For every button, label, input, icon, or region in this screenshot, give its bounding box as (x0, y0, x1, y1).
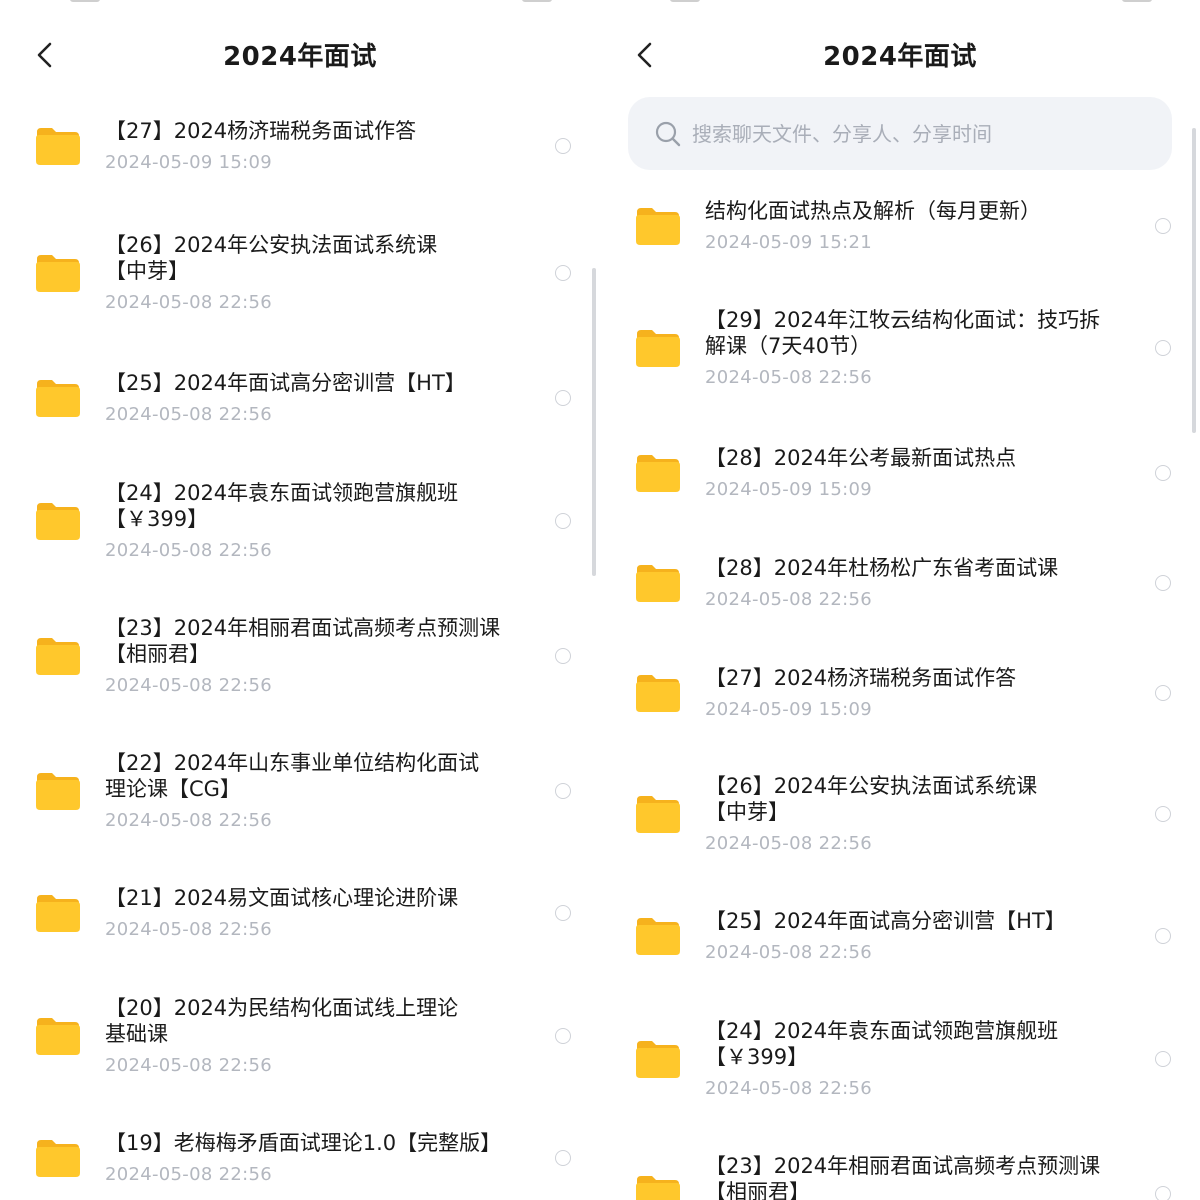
share-time: 2024-05-08 22:56 (105, 919, 273, 940)
file-name: 【25】2024年面试高分密训营【HT】 (105, 371, 466, 395)
item-text: 结构化面试热点及解析（每月更新） 2024-05-09 15:21 (705, 198, 1135, 254)
folder-icon (34, 634, 82, 678)
file-name: 【28】2024年公考最新面试热点 (705, 446, 1017, 470)
item-text: 【27】2024杨济瑞税务面试作答 2024-05-09 15:09 (105, 118, 535, 174)
select-radio[interactable] (555, 138, 571, 154)
file-name: 结构化面试热点及解析（每月更新） (705, 199, 1041, 223)
folder-icon (34, 1014, 82, 1058)
file-name: 【19】老梅梅矛盾面试理论1.0【完整版】 (105, 1131, 502, 1155)
select-radio[interactable] (555, 513, 571, 529)
select-radio[interactable] (1155, 1186, 1171, 1200)
share-time: 2024-05-08 22:56 (105, 404, 273, 425)
select-radio[interactable] (555, 648, 571, 664)
select-radio[interactable] (1155, 465, 1171, 481)
item-text: 【21】2024易文面试核心理论进阶课 2024-05-08 22:56 (105, 885, 535, 941)
search-icon (655, 121, 681, 147)
search-input[interactable] (690, 120, 1134, 147)
share-time: 2024-05-08 22:56 (105, 1164, 273, 1185)
share-time: 2024-05-09 15:09 (705, 479, 873, 500)
item-text: 【24】2024年袁东面试领跑营旗舰班 【￥399】 2024-05-08 22:… (705, 1018, 1135, 1100)
share-time: 2024-05-09 15:09 (105, 152, 273, 173)
folder-icon (34, 499, 82, 543)
item-text: 【27】2024杨济瑞税务面试作答 2024-05-09 15:09 (705, 665, 1135, 721)
item-text: 【19】老梅梅矛盾面试理论1.0【完整版】 2024-05-08 22:56 (105, 1130, 535, 1186)
file-name: 【26】2024年公安执法面试系统课 【中芽】 (705, 774, 1038, 824)
list-item[interactable]: 【23】2024年相丽君面试高频考点预测课 【相丽君】 (600, 0, 1200, 1200)
file-name: 【27】2024杨济瑞税务面试作答 (105, 119, 417, 143)
select-radio[interactable] (555, 390, 571, 406)
item-text: 【28】2024年公考最新面试热点 2024-05-09 15:09 (705, 445, 1135, 501)
select-radio[interactable] (555, 905, 571, 921)
file-name: 【20】2024为民结构化面试线上理论 基础课 (105, 996, 459, 1046)
list-item[interactable]: 【19】老梅梅矛盾面试理论1.0【完整版】 2024-05-08 22:56 (0, 0, 600, 1185)
item-text: 【29】2024年江牧云结构化面试：技巧拆 解课（7天40节） 2024-05-0… (705, 307, 1135, 389)
folder-icon (634, 451, 682, 495)
share-time: 2024-05-09 15:09 (705, 699, 873, 720)
select-radio[interactable] (555, 1028, 571, 1044)
select-radio[interactable] (1155, 1051, 1171, 1067)
file-name: 【24】2024年袁东面试领跑营旗舰班 【￥399】 (705, 1019, 1059, 1069)
select-radio[interactable] (555, 783, 571, 799)
item-text: 【25】2024年面试高分密训营【HT】 2024-05-08 22:56 (105, 370, 535, 426)
file-name: 【29】2024年江牧云结构化面试：技巧拆 解课（7天40节） (705, 308, 1101, 358)
share-time: 2024-05-08 22:56 (705, 942, 873, 963)
folder-icon (34, 251, 82, 295)
share-time: 2024-05-08 22:56 (705, 367, 873, 388)
right-panel: 2024年面试 结构化面试热点及解析（每月更新）2024-05-09 15:21… (600, 0, 1200, 1200)
share-time: 2024-05-08 22:56 (705, 833, 873, 854)
share-time: 2024-05-08 22:56 (105, 292, 273, 313)
share-time: 2024-05-08 22:56 (705, 589, 873, 610)
share-time: 2024-05-08 22:56 (105, 540, 273, 561)
folder-icon (634, 561, 682, 605)
select-radio[interactable] (555, 1150, 571, 1166)
share-time: 2024-05-08 22:56 (105, 810, 273, 831)
select-radio[interactable] (1155, 685, 1171, 701)
folder-icon (634, 204, 682, 248)
scrollbar[interactable] (1192, 128, 1196, 433)
folder-icon (34, 891, 82, 935)
item-text: 【20】2024为民结构化面试线上理论 基础课 2024-05-08 22:56 (105, 995, 535, 1077)
file-name: 【23】2024年相丽君面试高频考点预测课 【相丽君】 (105, 616, 501, 666)
item-text: 【26】2024年公安执法面试系统课 【中芽】 2024-05-08 22:56 (105, 232, 535, 314)
folder-icon (34, 124, 82, 168)
share-time: 2024-05-08 22:56 (105, 1055, 273, 1076)
file-name: 【26】2024年公安执法面试系统课 【中芽】 (105, 233, 438, 283)
item-text: 【28】2024年杜杨松广东省考面试课 2024-05-08 22:56 (705, 555, 1135, 611)
file-name: 【22】2024年山东事业单位结构化面试 理论课【CG】 (105, 751, 480, 801)
file-name: 【28】2024年杜杨松广东省考面试课 (705, 556, 1059, 580)
folder-icon (634, 671, 682, 715)
folder-icon (34, 376, 82, 420)
item-text: 【22】2024年山东事业单位结构化面试 理论课【CG】 2024-05-08 2… (105, 750, 535, 832)
item-text: 【23】2024年相丽君面试高频考点预测课 【相丽君】 2024-05-08 22… (105, 615, 535, 697)
file-name: 【23】2024年相丽君面试高频考点预测课 【相丽君】 (705, 1154, 1101, 1200)
item-text: 【25】2024年面试高分密训营【HT】 2024-05-08 22:56 (705, 908, 1135, 964)
folder-icon (634, 1037, 682, 1081)
share-time: 2024-05-08 22:56 (105, 675, 273, 696)
file-name: 【25】2024年面试高分密训营【HT】 (705, 909, 1066, 933)
folder-icon (34, 769, 82, 813)
select-radio[interactable] (1155, 806, 1171, 822)
item-text: 【26】2024年公安执法面试系统课 【中芽】 2024-05-08 22:56 (705, 773, 1135, 855)
item-text: 【24】2024年袁东面试领跑营旗舰班 【￥399】 2024-05-08 22:… (105, 480, 535, 562)
share-time: 2024-05-08 22:56 (705, 1078, 873, 1099)
folder-icon (634, 792, 682, 836)
select-radio[interactable] (555, 265, 571, 281)
folder-icon (634, 914, 682, 958)
file-name: 【27】2024杨济瑞税务面试作答 (705, 666, 1017, 690)
left-panel: 2024年面试 【27】2024杨济瑞税务面试作答 2024-05-09 15:0… (0, 0, 600, 1200)
folder-icon (634, 1172, 682, 1200)
file-name: 【21】2024易文面试核心理论进阶课 (105, 886, 459, 910)
select-radio[interactable] (1155, 340, 1171, 356)
scrollbar[interactable] (592, 268, 596, 576)
item-text: 【23】2024年相丽君面试高频考点预测课 【相丽君】 (705, 1153, 1135, 1200)
folder-icon (34, 1136, 82, 1180)
file-name: 【24】2024年袁东面试领跑营旗舰班 【￥399】 (105, 481, 459, 531)
select-radio[interactable] (1155, 928, 1171, 944)
folder-icon (634, 326, 682, 370)
select-radio[interactable] (1155, 218, 1171, 234)
share-time: 2024-05-09 15:21 (705, 232, 873, 253)
select-radio[interactable] (1155, 575, 1171, 591)
